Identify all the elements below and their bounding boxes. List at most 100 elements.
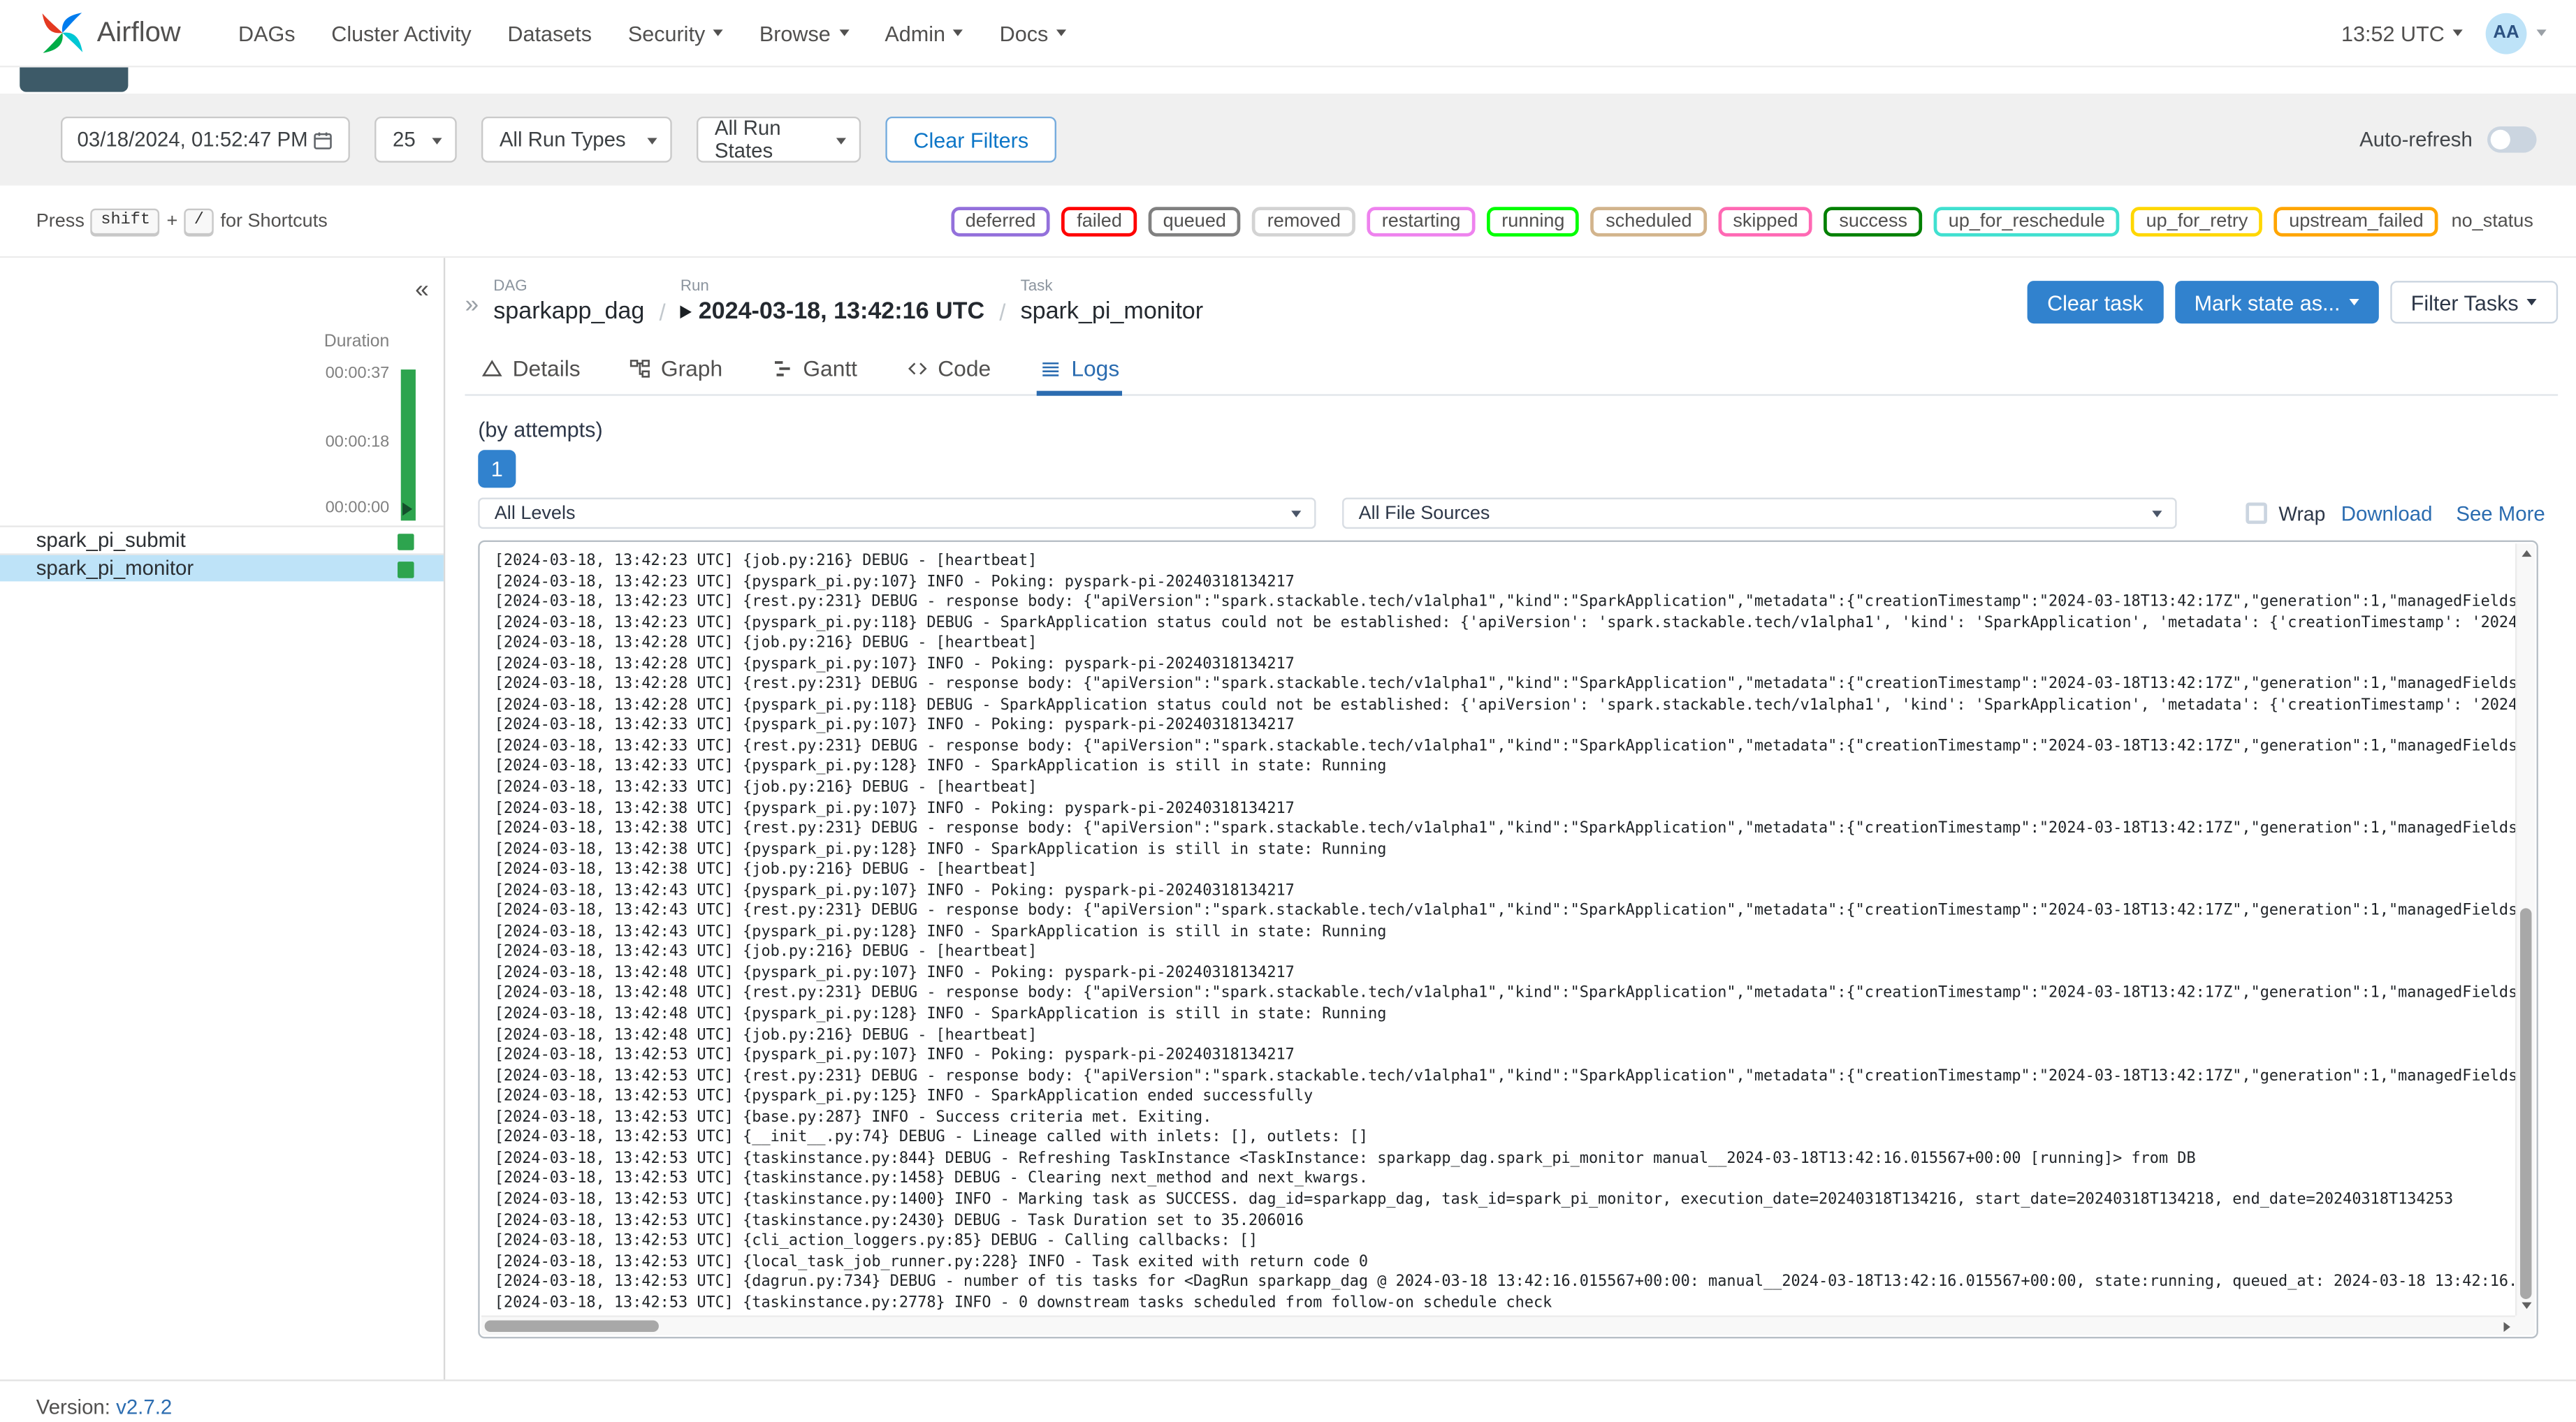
status-badge-failed[interactable]: failed xyxy=(1062,206,1137,236)
nav-datasets[interactable]: Datasets xyxy=(490,0,610,66)
log-line: [2024-03-18, 13:42:53 UTC] {__init__.py:… xyxy=(494,1129,1369,1148)
log-line: [2024-03-18, 13:42:48 UTC] {pyspark_pi.p… xyxy=(494,964,1295,982)
wrap-checkbox[interactable] xyxy=(2246,502,2267,525)
status-badge-upstream-failed[interactable]: upstream_failed xyxy=(2274,206,2438,236)
status-badge-success[interactable]: success xyxy=(1824,206,1923,236)
chevron-down-icon xyxy=(953,29,963,36)
chevron-down-icon xyxy=(2348,298,2359,306)
detail-tabs: Details Graph Gantt Code Logs xyxy=(465,345,2559,396)
attempt-1-button[interactable]: 1 xyxy=(478,450,516,488)
log-line: [2024-03-18, 13:42:43 UTC] {job.py:216} … xyxy=(494,943,1038,962)
status-badge-scheduled[interactable]: scheduled xyxy=(1591,206,1707,236)
breadcrumb-task-label: Task xyxy=(1020,277,1053,296)
shortcuts-hint: Press shift + / for Shortcuts xyxy=(36,207,328,235)
log-line: [2024-03-18, 13:42:53 UTC] {taskinstance… xyxy=(494,1190,2454,1209)
see-more-link[interactable]: See More xyxy=(2456,503,2545,526)
status-badge-queued[interactable]: queued xyxy=(1148,206,1242,236)
status-badge-restarting[interactable]: restarting xyxy=(1367,206,1476,236)
log-line: [2024-03-18, 13:42:38 UTC] {job.py:216} … xyxy=(494,860,1038,879)
user-menu-chevron-icon[interactable] xyxy=(2536,29,2547,36)
breadcrumb-dag-value[interactable]: sparkapp_dag xyxy=(493,298,644,327)
status-badge-deferred[interactable]: deferred xyxy=(950,206,1051,236)
run-duration-bar[interactable] xyxy=(400,369,416,521)
airflow-app: Airflow DAGs Cluster Activity Datasets S… xyxy=(0,0,2576,1422)
log-line: [2024-03-18, 13:42:33 UTC] {pyspark_pi.p… xyxy=(494,717,1295,735)
duration-tick-mid: 00:00:18 xyxy=(325,433,390,452)
scroll-down-icon[interactable] xyxy=(2522,1302,2532,1310)
task-list: spark_pi_submit spark_pi_monitor xyxy=(0,525,444,582)
vertical-scrollbar[interactable] xyxy=(2515,543,2535,1316)
timezone-menu[interactable]: 13:52 UTC xyxy=(2341,20,2463,45)
vertical-scroll-thumb[interactable] xyxy=(2520,908,2532,1299)
clear-task-button[interactable]: Clear task xyxy=(2027,281,2163,324)
log-level-select[interactable]: All Levels xyxy=(478,497,1316,529)
tab-logs[interactable]: Logs xyxy=(1036,345,1123,396)
filter-bar: 03/18/2024, 01:52:47 PM 25 All Run Types… xyxy=(0,94,2576,186)
task-row-spark-pi-submit[interactable]: spark_pi_submit xyxy=(0,525,444,553)
status-badge-up-for-reschedule[interactable]: up_for_reschedule xyxy=(1933,206,2120,236)
tab-gantt[interactable]: Gantt xyxy=(769,345,861,396)
nav-cluster-activity[interactable]: Cluster Activity xyxy=(313,0,489,66)
shortcut-legend-row: Press shift + / for Shortcuts deferred f… xyxy=(0,185,2576,258)
log-line: [2024-03-18, 13:42:53 UTC] {taskinstance… xyxy=(494,1149,2196,1168)
clear-filters-button[interactable]: Clear Filters xyxy=(885,116,1057,163)
log-line: [2024-03-18, 13:42:28 UTC] {pyspark_pi.p… xyxy=(494,654,1295,673)
nav-dags[interactable]: DAGs xyxy=(220,0,313,66)
scrolled-header-button[interactable] xyxy=(20,67,129,92)
version-link[interactable]: v2.7.2 xyxy=(116,1396,172,1419)
nav-security[interactable]: Security xyxy=(610,0,741,66)
filter-tasks-button[interactable]: Filter Tasks xyxy=(2389,281,2559,324)
log-line: [2024-03-18, 13:42:28 UTC] {job.py:216} … xyxy=(494,634,1038,652)
log-line: [2024-03-18, 13:42:53 UTC] {taskinstance… xyxy=(494,1211,1304,1230)
log-line: [2024-03-18, 13:42:43 UTC] {pyspark_pi.p… xyxy=(494,923,1387,941)
horizontal-scrollbar[interactable] xyxy=(481,1315,2515,1335)
task-actions: Clear task Mark state as... Filter Tasks xyxy=(2027,281,2559,324)
tab-code[interactable]: Code xyxy=(903,345,994,396)
status-badge-skipped[interactable]: skipped xyxy=(1718,206,1813,236)
breadcrumb-separator: / xyxy=(659,298,666,325)
log-line: [2024-03-18, 13:42:33 UTC] {rest.py:231}… xyxy=(494,737,2515,756)
scroll-right-icon[interactable] xyxy=(2503,1321,2510,1332)
task-status-square-success[interactable] xyxy=(398,533,414,550)
nav-admin[interactable]: Admin xyxy=(867,0,982,66)
task-details-panel: » DAG sparkapp_dag / Run 2024-03-18, 13:… xyxy=(445,258,2576,1379)
log-line: [2024-03-18, 13:42:53 UTC] {pyspark_pi.p… xyxy=(494,1046,1295,1065)
log-line: [2024-03-18, 13:42:53 UTC] {cli_action_l… xyxy=(494,1231,1258,1250)
page-size-select[interactable]: 25 xyxy=(374,116,457,163)
nav-docs[interactable]: Docs xyxy=(982,0,1084,66)
nav-browse[interactable]: Browse xyxy=(741,0,867,66)
log-source-select[interactable]: All File Sources xyxy=(1342,497,2177,529)
mark-state-button[interactable]: Mark state as... xyxy=(2174,281,2378,324)
collapse-sidebar-button[interactable]: « xyxy=(415,276,429,304)
breadcrumb-expand-icon[interactable]: » xyxy=(465,291,479,318)
airflow-pinwheel-icon xyxy=(42,13,83,53)
task-status-square-success[interactable] xyxy=(398,561,414,578)
task-row-spark-pi-monitor[interactable]: spark_pi_monitor xyxy=(0,553,444,582)
breadcrumb-task-value[interactable]: spark_pi_monitor xyxy=(1021,298,1204,327)
scroll-up-icon[interactable] xyxy=(2522,550,2532,557)
base-date-input[interactable]: 03/18/2024, 01:52:47 PM xyxy=(61,116,350,163)
log-line: [2024-03-18, 13:42:28 UTC] {rest.py:231}… xyxy=(494,675,2515,694)
status-badge-removed[interactable]: removed xyxy=(1252,206,1356,236)
status-badge-running[interactable]: running xyxy=(1487,206,1580,236)
main-nav: DAGs Cluster Activity Datasets Security … xyxy=(220,0,1084,66)
toggle-knob xyxy=(2490,129,2510,149)
log-line: [2024-03-18, 13:42:43 UTC] {rest.py:231}… xyxy=(494,902,2515,921)
chevron-down-icon xyxy=(2526,298,2537,306)
tab-details[interactable]: Details xyxy=(478,345,583,396)
tab-graph[interactable]: Graph xyxy=(627,345,726,396)
log-line: [2024-03-18, 13:42:38 UTC] {rest.py:231}… xyxy=(494,819,2515,838)
avatar[interactable]: AA xyxy=(2485,12,2527,54)
auto-refresh-toggle[interactable] xyxy=(2487,126,2537,153)
log-controls: All Levels All File Sources Wrap Downloa… xyxy=(478,497,2558,530)
run-type-select[interactable]: All Run Types xyxy=(481,116,672,163)
auto-refresh-group: Auto-refresh xyxy=(2359,126,2537,153)
airflow-home-link[interactable]: Airflow xyxy=(39,10,181,56)
breadcrumb-run-value[interactable]: 2024-03-18, 13:42:16 UTC xyxy=(680,298,984,327)
status-badge-up-for-retry[interactable]: up_for_retry xyxy=(2131,206,2263,236)
gantt-icon xyxy=(774,360,790,376)
horizontal-scroll-thumb[interactable] xyxy=(484,1320,659,1332)
download-log-link[interactable]: Download xyxy=(2341,503,2433,526)
run-state-select[interactable]: All Run States xyxy=(696,116,861,163)
log-line: [2024-03-18, 13:42:38 UTC] {pyspark_pi.p… xyxy=(494,840,1387,858)
